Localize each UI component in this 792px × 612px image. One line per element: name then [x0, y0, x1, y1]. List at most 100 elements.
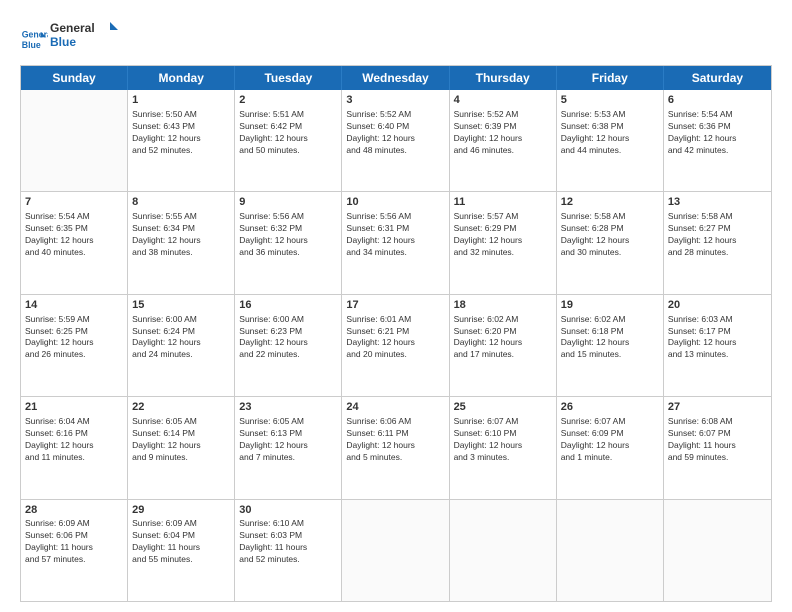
day-number: 16 — [239, 298, 337, 313]
day-cell-19: 19Sunrise: 6:02 AM Sunset: 6:18 PM Dayli… — [557, 295, 664, 396]
day-info: Sunrise: 5:57 AM Sunset: 6:29 PM Dayligh… — [454, 211, 552, 259]
day-cell-14: 14Sunrise: 5:59 AM Sunset: 6:25 PM Dayli… — [21, 295, 128, 396]
day-cell-21: 21Sunrise: 6:04 AM Sunset: 6:16 PM Dayli… — [21, 397, 128, 498]
day-number: 25 — [454, 400, 552, 415]
day-info: Sunrise: 6:08 AM Sunset: 6:07 PM Dayligh… — [668, 416, 767, 464]
day-cell-2: 2Sunrise: 5:51 AM Sunset: 6:42 PM Daylig… — [235, 90, 342, 191]
day-number: 4 — [454, 93, 552, 108]
day-number: 15 — [132, 298, 230, 313]
day-cell-4: 4Sunrise: 5:52 AM Sunset: 6:39 PM Daylig… — [450, 90, 557, 191]
empty-cell — [342, 500, 449, 601]
day-cell-13: 13Sunrise: 5:58 AM Sunset: 6:27 PM Dayli… — [664, 192, 771, 293]
day-number: 3 — [346, 93, 444, 108]
week-row-1: 1Sunrise: 5:50 AM Sunset: 6:43 PM Daylig… — [21, 90, 771, 192]
day-number: 11 — [454, 195, 552, 210]
day-number: 8 — [132, 195, 230, 210]
empty-cell — [664, 500, 771, 601]
svg-text:Blue: Blue — [22, 39, 41, 49]
day-cell-12: 12Sunrise: 5:58 AM Sunset: 6:28 PM Dayli… — [557, 192, 664, 293]
calendar-body: 1Sunrise: 5:50 AM Sunset: 6:43 PM Daylig… — [21, 90, 771, 601]
day-cell-23: 23Sunrise: 6:05 AM Sunset: 6:13 PM Dayli… — [235, 397, 342, 498]
header-day-friday: Friday — [557, 66, 664, 90]
logo-svg: General Blue — [50, 18, 120, 54]
svg-text:Blue: Blue — [50, 35, 76, 49]
day-number: 9 — [239, 195, 337, 210]
day-info: Sunrise: 6:03 AM Sunset: 6:17 PM Dayligh… — [668, 314, 767, 362]
day-info: Sunrise: 5:55 AM Sunset: 6:34 PM Dayligh… — [132, 211, 230, 259]
day-cell-17: 17Sunrise: 6:01 AM Sunset: 6:21 PM Dayli… — [342, 295, 449, 396]
day-cell-7: 7Sunrise: 5:54 AM Sunset: 6:35 PM Daylig… — [21, 192, 128, 293]
day-number: 29 — [132, 503, 230, 518]
day-info: Sunrise: 6:09 AM Sunset: 6:04 PM Dayligh… — [132, 518, 230, 566]
day-info: Sunrise: 5:54 AM Sunset: 6:36 PM Dayligh… — [668, 109, 767, 157]
week-row-3: 14Sunrise: 5:59 AM Sunset: 6:25 PM Dayli… — [21, 295, 771, 397]
day-info: Sunrise: 6:10 AM Sunset: 6:03 PM Dayligh… — [239, 518, 337, 566]
day-info: Sunrise: 5:58 AM Sunset: 6:27 PM Dayligh… — [668, 211, 767, 259]
day-info: Sunrise: 6:07 AM Sunset: 6:10 PM Dayligh… — [454, 416, 552, 464]
day-cell-11: 11Sunrise: 5:57 AM Sunset: 6:29 PM Dayli… — [450, 192, 557, 293]
svg-text:General: General — [50, 21, 95, 35]
day-info: Sunrise: 6:00 AM Sunset: 6:23 PM Dayligh… — [239, 314, 337, 362]
day-number: 19 — [561, 298, 659, 313]
day-cell-8: 8Sunrise: 5:55 AM Sunset: 6:34 PM Daylig… — [128, 192, 235, 293]
day-info: Sunrise: 6:09 AM Sunset: 6:06 PM Dayligh… — [25, 518, 123, 566]
day-cell-16: 16Sunrise: 6:00 AM Sunset: 6:23 PM Dayli… — [235, 295, 342, 396]
day-number: 5 — [561, 93, 659, 108]
week-row-5: 28Sunrise: 6:09 AM Sunset: 6:06 PM Dayli… — [21, 500, 771, 601]
day-info: Sunrise: 6:02 AM Sunset: 6:18 PM Dayligh… — [561, 314, 659, 362]
day-cell-30: 30Sunrise: 6:10 AM Sunset: 6:03 PM Dayli… — [235, 500, 342, 601]
day-cell-20: 20Sunrise: 6:03 AM Sunset: 6:17 PM Dayli… — [664, 295, 771, 396]
day-cell-15: 15Sunrise: 6:00 AM Sunset: 6:24 PM Dayli… — [128, 295, 235, 396]
day-info: Sunrise: 6:06 AM Sunset: 6:11 PM Dayligh… — [346, 416, 444, 464]
week-row-4: 21Sunrise: 6:04 AM Sunset: 6:16 PM Dayli… — [21, 397, 771, 499]
day-info: Sunrise: 5:56 AM Sunset: 6:31 PM Dayligh… — [346, 211, 444, 259]
empty-cell — [21, 90, 128, 191]
header-day-tuesday: Tuesday — [235, 66, 342, 90]
day-number: 22 — [132, 400, 230, 415]
day-number: 14 — [25, 298, 123, 313]
day-info: Sunrise: 6:07 AM Sunset: 6:09 PM Dayligh… — [561, 416, 659, 464]
day-cell-26: 26Sunrise: 6:07 AM Sunset: 6:09 PM Dayli… — [557, 397, 664, 498]
day-info: Sunrise: 6:00 AM Sunset: 6:24 PM Dayligh… — [132, 314, 230, 362]
day-info: Sunrise: 5:53 AM Sunset: 6:38 PM Dayligh… — [561, 109, 659, 157]
day-number: 17 — [346, 298, 444, 313]
day-number: 23 — [239, 400, 337, 415]
day-info: Sunrise: 5:50 AM Sunset: 6:43 PM Dayligh… — [132, 109, 230, 157]
day-cell-27: 27Sunrise: 6:08 AM Sunset: 6:07 PM Dayli… — [664, 397, 771, 498]
svg-text:General: General — [22, 29, 48, 39]
day-info: Sunrise: 5:59 AM Sunset: 6:25 PM Dayligh… — [25, 314, 123, 362]
header-day-thursday: Thursday — [450, 66, 557, 90]
day-cell-1: 1Sunrise: 5:50 AM Sunset: 6:43 PM Daylig… — [128, 90, 235, 191]
day-info: Sunrise: 5:58 AM Sunset: 6:28 PM Dayligh… — [561, 211, 659, 259]
day-info: Sunrise: 6:05 AM Sunset: 6:13 PM Dayligh… — [239, 416, 337, 464]
day-info: Sunrise: 5:54 AM Sunset: 6:35 PM Dayligh… — [25, 211, 123, 259]
week-row-2: 7Sunrise: 5:54 AM Sunset: 6:35 PM Daylig… — [21, 192, 771, 294]
day-number: 20 — [668, 298, 767, 313]
day-number: 7 — [25, 195, 123, 210]
logo: General Blue General Blue — [20, 18, 120, 59]
day-cell-10: 10Sunrise: 5:56 AM Sunset: 6:31 PM Dayli… — [342, 192, 449, 293]
day-number: 24 — [346, 400, 444, 415]
header-day-monday: Monday — [128, 66, 235, 90]
day-info: Sunrise: 6:05 AM Sunset: 6:14 PM Dayligh… — [132, 416, 230, 464]
day-number: 21 — [25, 400, 123, 415]
calendar-header: SundayMondayTuesdayWednesdayThursdayFrid… — [21, 66, 771, 90]
day-number: 1 — [132, 93, 230, 108]
empty-cell — [450, 500, 557, 601]
day-cell-6: 6Sunrise: 5:54 AM Sunset: 6:36 PM Daylig… — [664, 90, 771, 191]
day-number: 6 — [668, 93, 767, 108]
day-cell-24: 24Sunrise: 6:06 AM Sunset: 6:11 PM Dayli… — [342, 397, 449, 498]
calendar: SundayMondayTuesdayWednesdayThursdayFrid… — [20, 65, 772, 602]
day-cell-29: 29Sunrise: 6:09 AM Sunset: 6:04 PM Dayli… — [128, 500, 235, 601]
day-cell-18: 18Sunrise: 6:02 AM Sunset: 6:20 PM Dayli… — [450, 295, 557, 396]
header-day-sunday: Sunday — [21, 66, 128, 90]
day-info: Sunrise: 6:04 AM Sunset: 6:16 PM Dayligh… — [25, 416, 123, 464]
day-cell-25: 25Sunrise: 6:07 AM Sunset: 6:10 PM Dayli… — [450, 397, 557, 498]
day-number: 13 — [668, 195, 767, 210]
day-cell-28: 28Sunrise: 6:09 AM Sunset: 6:06 PM Dayli… — [21, 500, 128, 601]
day-info: Sunrise: 5:52 AM Sunset: 6:40 PM Dayligh… — [346, 109, 444, 157]
empty-cell — [557, 500, 664, 601]
header-day-wednesday: Wednesday — [342, 66, 449, 90]
day-number: 12 — [561, 195, 659, 210]
day-cell-3: 3Sunrise: 5:52 AM Sunset: 6:40 PM Daylig… — [342, 90, 449, 191]
